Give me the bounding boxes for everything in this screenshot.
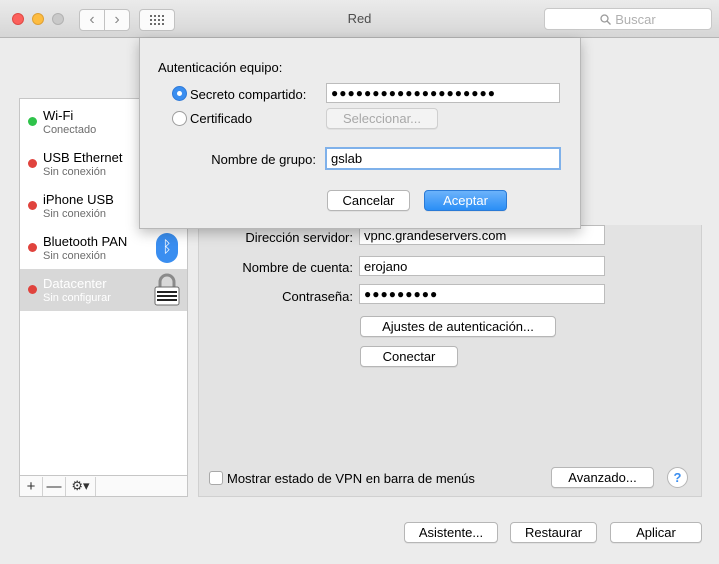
service-name: Wi-Fi (43, 108, 74, 123)
cancel-button[interactable]: Cancelar (327, 190, 410, 211)
shared-secret-radio[interactable] (172, 86, 187, 101)
gear-icon[interactable]: ⚙▾ (66, 476, 96, 496)
assistant-button[interactable]: Asistente... (404, 522, 498, 543)
remove-service-button[interactable]: — (43, 476, 66, 496)
network-preferences-window: ‹ › Red Buscar Wi-Fi Conectado USB Ether… (0, 0, 719, 564)
status-dot (28, 201, 37, 210)
select-certificate-button[interactable]: Seleccionar... (326, 108, 438, 129)
accept-button[interactable]: Aceptar (424, 190, 507, 211)
title-bar: ‹ › Red Buscar (0, 0, 719, 38)
advanced-button[interactable]: Avanzado... (551, 467, 654, 488)
service-name: Datacenter (43, 276, 107, 291)
password-field[interactable]: ●●●●●●●●● (359, 284, 605, 304)
authentication-settings-button[interactable]: Ajustes de autenticación... (360, 316, 556, 337)
vpn-settings-panel: Dirección servidor: vpnc.grandeservers.c… (198, 225, 702, 497)
shared-secret-field[interactable]: ●●●●●●●●●●●●●●●●●●●● (326, 83, 560, 103)
certificate-radio[interactable] (172, 111, 187, 126)
service-status: Conectado (43, 124, 97, 136)
bluetooth-icon: ᛒ (156, 233, 178, 263)
password-label: Contraseña: (282, 289, 353, 304)
certificate-label: Certificado (190, 111, 253, 126)
service-status: Sin configurar (43, 292, 111, 304)
account-name-field[interactable]: erojano (359, 256, 605, 276)
search-input[interactable]: Buscar (544, 8, 712, 30)
show-vpn-status-checkbox[interactable] (209, 471, 223, 485)
machine-authentication-sheet: Autenticación equipo: Secreto compartido… (139, 38, 581, 229)
apply-button[interactable]: Aplicar (610, 522, 702, 543)
sheet-heading: Autenticación equipo: (158, 60, 283, 75)
connect-button[interactable]: Conectar (360, 346, 458, 367)
service-name: Bluetooth PAN (43, 234, 128, 249)
status-dot (28, 159, 37, 168)
account-name-label: Nombre de cuenta: (242, 260, 353, 275)
group-name-label: Nombre de grupo: (211, 152, 316, 167)
shared-secret-label: Secreto compartido: (190, 87, 307, 102)
search-icon (600, 13, 612, 25)
status-dot (28, 285, 37, 294)
add-service-button[interactable]: + (20, 476, 43, 496)
server-address-label: Dirección servidor: (245, 230, 353, 245)
sidebar-toolbar: + — ⚙▾ (19, 476, 188, 497)
service-item-datacenter[interactable]: Datacenter Sin configurar (20, 269, 187, 311)
status-dot (28, 117, 37, 126)
status-dot (28, 243, 37, 252)
vpn-lock-icon (154, 273, 180, 306)
service-item-bluetooth-pan[interactable]: Bluetooth PAN Sin conexión ᛒ (20, 227, 187, 269)
help-button[interactable]: ? (667, 467, 688, 488)
revert-button[interactable]: Restaurar (510, 522, 597, 543)
show-vpn-status-label: Mostrar estado de VPN en barra de menús (227, 471, 475, 486)
service-status: Sin conexión (43, 166, 106, 178)
group-name-field[interactable]: gslab (325, 147, 561, 170)
search-placeholder: Buscar (615, 11, 656, 27)
service-name: USB Ethernet (43, 150, 123, 165)
service-name: iPhone USB (43, 192, 114, 207)
service-status: Sin conexión (43, 208, 106, 220)
service-status: Sin conexión (43, 250, 106, 262)
